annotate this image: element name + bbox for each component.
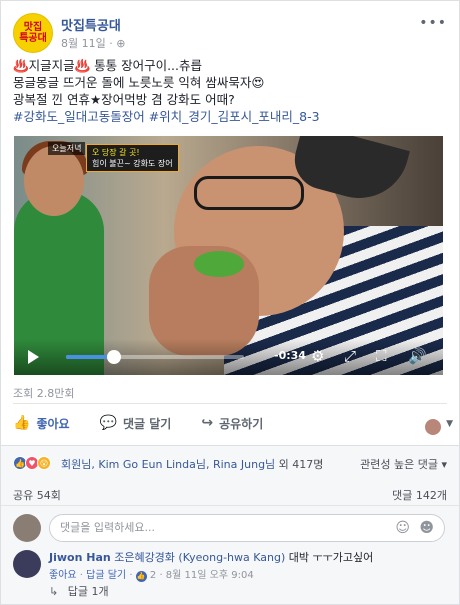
post-text-line-3: 광복절 낀 연휴★장어먹방 겸 강화도 어때? [13, 92, 235, 107]
fullscreen-icon[interactable]: ⛶ [376, 347, 387, 365]
page-logo[interactable]: 맛집 특공대 [13, 13, 53, 53]
volume-icon[interactable]: 🔊 [408, 347, 427, 365]
current-user-avatar[interactable] [13, 514, 41, 542]
video-player[interactable]: 오늘저녁 오 당장 갈 곳! 힘이 불끈~ 강화도 장어 -0:34 ⚙ ⤢ ⛶… [14, 136, 443, 375]
post-action-bar: 👍 좋아요 💬 댓글 달기 ↪ 공유하기 [13, 407, 447, 439]
share-button[interactable]: ↪ 공유하기 [201, 415, 263, 432]
commenter-name[interactable]: Jiwon Han [49, 551, 111, 564]
comment-button[interactable]: 💬 댓글 달기 [100, 415, 172, 432]
video-progress-bar[interactable] [66, 350, 244, 364]
page-logo-text-1: 맛집 [23, 22, 43, 33]
thumbs-up-icon: 👍 [13, 415, 31, 431]
video-person-left-head [24, 146, 84, 216]
comment-item: Jiwon Han 조은혜강경화 (Kyeong-hwa Kang) 대박 ㅜㅜ… [49, 550, 447, 583]
posting-as-avatar[interactable] [425, 419, 441, 435]
video-overlay-caption: 오 당장 갈 곳! 힘이 불끈~ 강화도 장어 [86, 144, 179, 172]
reactions-summary: 👍 ♥ 😮 회원님, Kim Go Eun Linda님, Rina Jung님… [1, 445, 459, 481]
page-logo-text-2: 특공대 [19, 33, 47, 44]
comment-input-box[interactable]: ☺ ☻ [49, 514, 445, 542]
comment-input[interactable] [60, 521, 360, 534]
comment-sort-label: 관련성 높은 댓글 [360, 458, 438, 471]
view-replies-link[interactable]: ↳ 답글 1개 [49, 583, 109, 599]
emoji-icon[interactable]: ☺ [395, 520, 410, 536]
like-button-label: 좋아요 [36, 416, 70, 431]
comment-like-icon: 👍 [135, 571, 147, 582]
comment-button-label: 댓글 달기 [123, 416, 172, 431]
comment-reply-link[interactable]: 답글 달기 [86, 570, 126, 581]
replies-label: 답글 1개 [67, 585, 109, 598]
play-icon[interactable] [28, 350, 39, 364]
chevron-down-icon[interactable]: ▼ [446, 419, 453, 429]
comment-text: 대박 ㅜㅜ가고싶어 [288, 551, 374, 564]
video-time-remaining: -0:34 [274, 349, 306, 362]
post-card: 맛집 특공대 맛집특공대 8월 11일 · ⊕ ••• ♨️지글지글♨️ 통통 … [0, 0, 460, 605]
page-name-link[interactable]: 맛집특공대 [61, 15, 121, 34]
reply-arrow-icon: ↳ [49, 585, 59, 598]
comment-count[interactable]: 댓글 142개 [392, 487, 447, 503]
share-button-label: 공유하기 [219, 416, 264, 431]
reaction-names[interactable]: 회원님, Kim Go Eun Linda님, Rina Jung님 외 417… [61, 456, 323, 472]
comment-sort-dropdown[interactable]: 관련성 높은 댓글 ▾ [360, 456, 447, 472]
divider [13, 403, 447, 404]
settings-gear-icon[interactable]: ⚙ [311, 347, 324, 365]
more-options-icon[interactable]: ••• [419, 15, 447, 31]
video-scrubber-handle[interactable] [107, 350, 122, 364]
share-count[interactable]: 공유 54회 [13, 487, 61, 503]
comment-tagged-user[interactable]: 조은혜강경화 (Kyeong-hwa Kang) [114, 551, 285, 564]
reaction-names-list[interactable]: 회원님, Kim Go Eun Linda님, Rina Jung님 [61, 458, 275, 471]
video-man-glasses [194, 176, 304, 210]
view-count: 조회 2.8만회 [13, 387, 75, 400]
wow-reaction-icon: 😮 [37, 456, 51, 470]
comment-bubble-icon: 💬 [99, 415, 117, 431]
post-text: ♨️지글지글♨️ 통통 장어구이...츄릅 몽글몽글 뜨거운 돌에 노릇노릇 익… [13, 57, 447, 125]
post-text-line-2: 몽글몽글 뜨거운 돌에 노릇노릇 익혀 쌈싸묵자😍 [13, 75, 265, 90]
post-meta: 8월 11일 · ⊕ [61, 35, 125, 51]
reaction-others[interactable]: 외 417명 [279, 458, 324, 471]
commenter-avatar[interactable] [13, 550, 41, 578]
post-hashtags[interactable]: #강화도_일대고동돌장어 #위치_경기_김포시_포내리_8-3 [13, 108, 447, 125]
share-arrow-icon: ↪ [201, 415, 214, 431]
video-caption-line-2: 힘이 불끈~ 강화도 장어 [92, 159, 173, 168]
video-caption-line-1: 오 당장 갈 곳! [92, 148, 140, 157]
globe-icon: · ⊕ [109, 37, 126, 50]
post-header: 맛집 특공대 맛집특공대 8월 11일 · ⊕ ••• [13, 13, 447, 53]
chevron-down-icon: ▾ [441, 458, 447, 471]
comment-like-link[interactable]: 좋아요 [49, 570, 77, 581]
post-text-line-1: ♨️지글지글♨️ 통통 장어구이...츄릅 [13, 58, 202, 73]
video-lettuce-wrap [194, 251, 244, 277]
video-controls: -0:34 ⚙ ⤢ ⛶ 🔊 [14, 339, 443, 375]
comment-like-count[interactable]: 2 [150, 570, 156, 581]
video-overlay-tag: 오늘저녁 [48, 142, 86, 155]
sticker-icon[interactable]: ☻ [419, 520, 434, 536]
post-date[interactable]: 8월 11일 [61, 37, 106, 50]
comment-timestamp[interactable]: 8월 11일 오후 9:04 [166, 570, 254, 581]
reaction-icons[interactable]: 👍 ♥ 😮 [13, 456, 51, 470]
expand-window-icon[interactable]: ⤢ [344, 347, 356, 365]
like-button[interactable]: 👍 좋아요 [13, 415, 70, 432]
share-comment-counts: 공유 54회 댓글 142개 [1, 481, 459, 505]
comment-meta: 좋아요 · 답글 달기 · 👍 2 · 8월 11일 오후 9:04 [49, 570, 254, 582]
